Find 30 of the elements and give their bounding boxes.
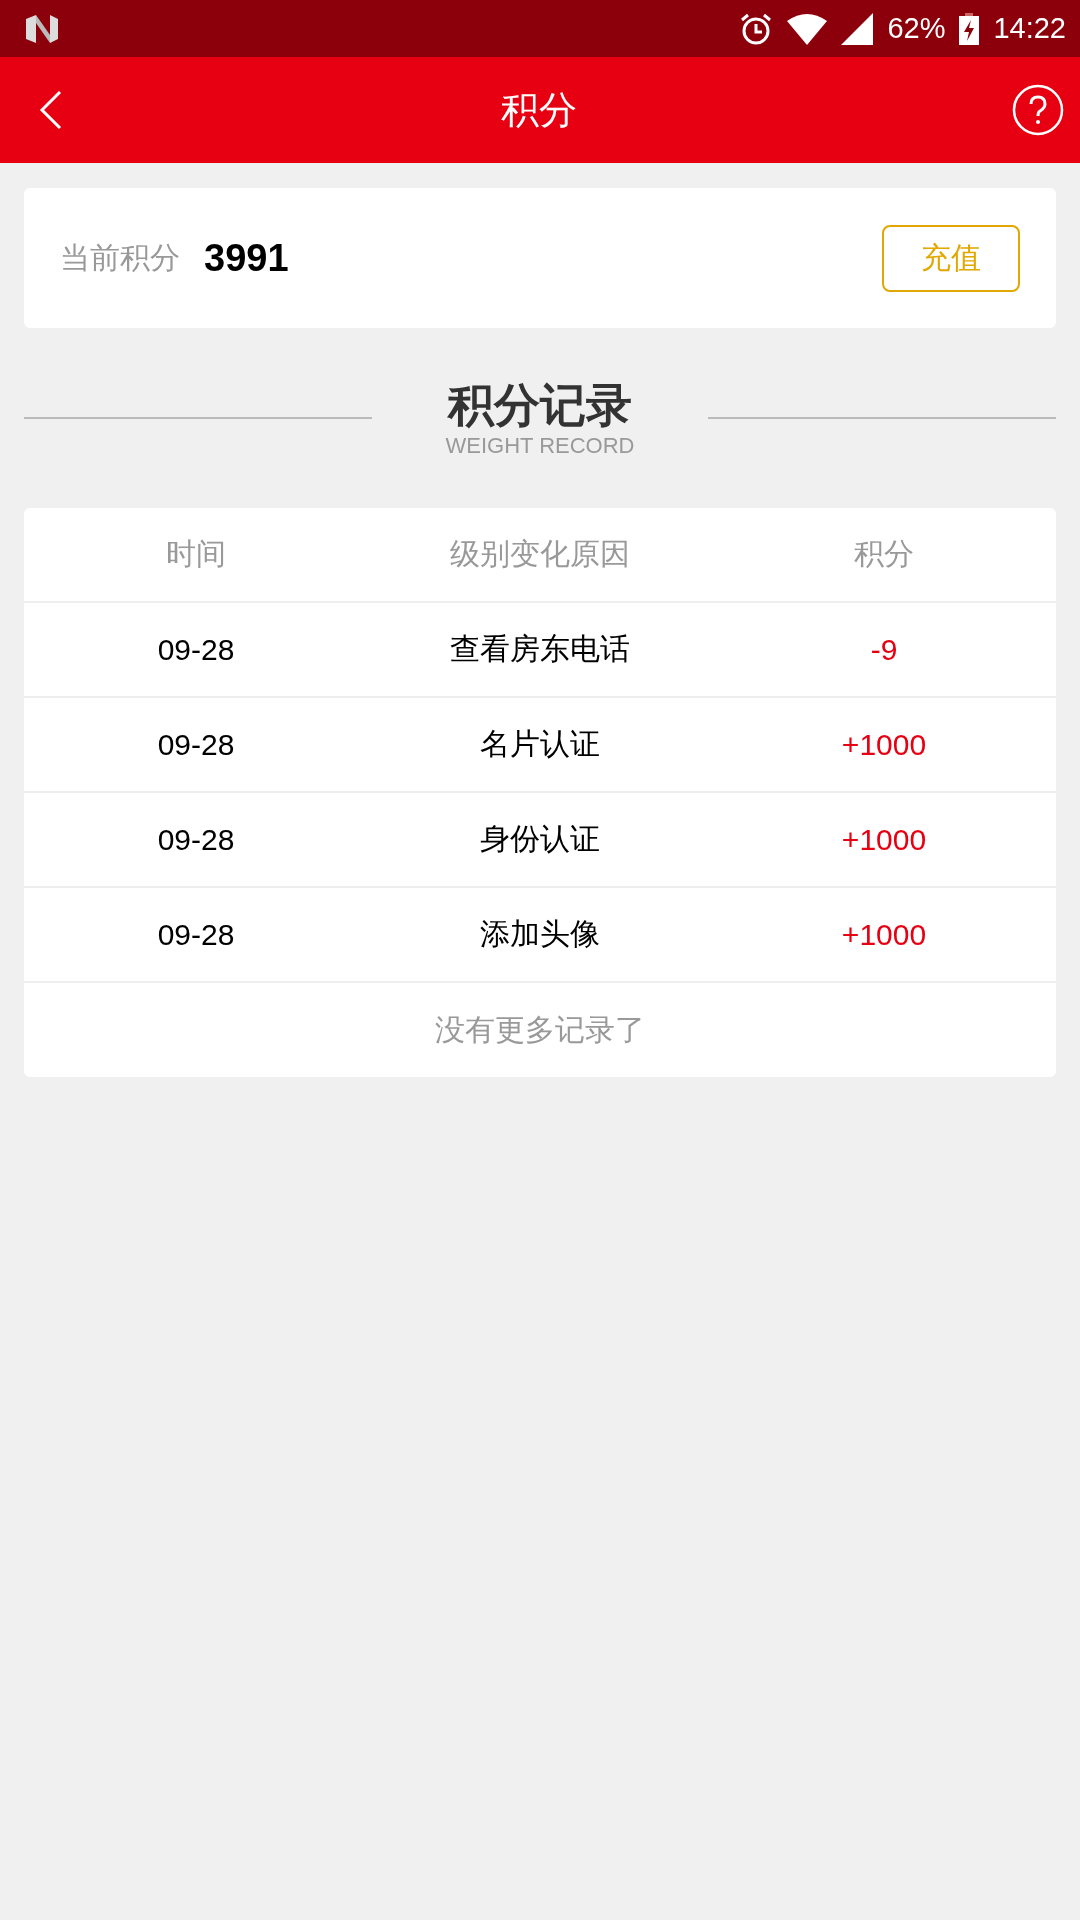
battery-percentage: 62%	[887, 12, 946, 45]
points-cell-text: +1000	[840, 727, 928, 762]
reason-cell-text: 添加头像	[479, 915, 601, 953]
section-title: 积分记录	[448, 377, 632, 433]
column-header: 时间	[165, 535, 227, 573]
points-label: 当前积分	[60, 238, 180, 277]
column-header: 积分	[853, 535, 915, 573]
reason-cell-text: 名片认证	[479, 725, 601, 763]
points-cell-text: +1000	[840, 822, 928, 857]
alarm-icon	[739, 11, 774, 46]
date-cell-text: 09-28	[156, 632, 236, 667]
section-subtitle: WEIGHT RECORD	[445, 433, 635, 459]
points-cell-text: +1000	[840, 917, 928, 952]
reason-cell-text: 查看房东电话	[449, 630, 631, 668]
no-more-records-text: 没有更多记录了	[435, 1010, 645, 1049]
points-value: 3991	[204, 236, 289, 280]
help-button[interactable]	[1012, 84, 1064, 136]
recharge-button[interactable]: 充值	[882, 224, 1020, 292]
date-cell-text: 09-28	[156, 917, 236, 952]
clock-time: 14:22	[993, 12, 1066, 45]
date-cell-text: 09-28	[156, 822, 236, 857]
battery-charging-icon	[959, 12, 980, 45]
notification-logo-icon	[24, 14, 60, 43]
column-header: 级别变化原因	[449, 535, 631, 573]
signal-icon	[841, 12, 874, 45]
page-title: 积分	[501, 86, 577, 134]
wifi-icon	[787, 12, 828, 45]
reason-cell-text: 身份认证	[479, 820, 601, 858]
date-cell-text: 09-28	[156, 727, 236, 762]
points-cell-text: -9	[869, 632, 899, 667]
